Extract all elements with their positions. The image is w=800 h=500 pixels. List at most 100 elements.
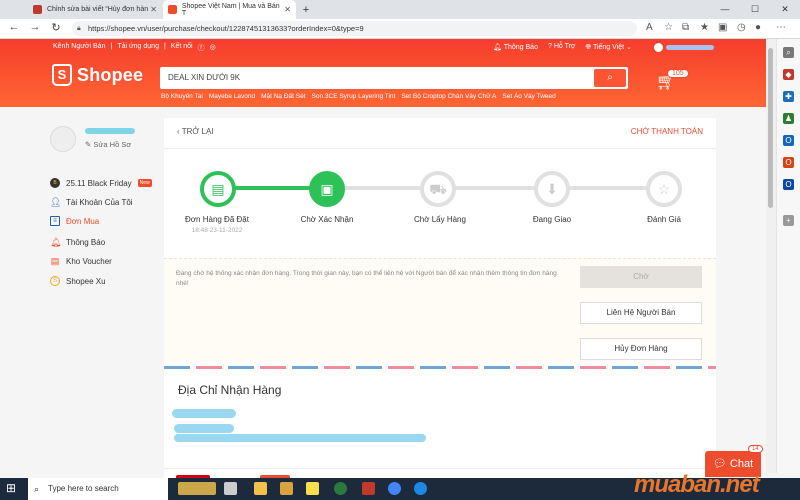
sunflower-thumbnail[interactable] (178, 482, 216, 495)
close-window-icon[interactable]: ✕ (770, 0, 800, 19)
logo-text: Shopee (77, 64, 144, 85)
file-explorer-icon[interactable] (254, 482, 267, 495)
edge-icon[interactable] (414, 482, 427, 495)
phone-blurred (174, 424, 234, 433)
games-icon[interactable]: ♟ (783, 113, 794, 124)
page-scrollbar[interactable] (766, 39, 776, 473)
truck-icon: ⛟ (429, 181, 447, 197)
keyword-link[interactable]: Mayebe Lavond (209, 93, 255, 100)
chrome-icon[interactable] (388, 482, 401, 495)
profile-avatar[interactable] (50, 126, 76, 152)
task-view-icon[interactable] (224, 482, 237, 495)
black-friday-icon: B (50, 178, 60, 188)
shopee-favicon-icon (168, 5, 177, 14)
app-icon[interactable] (334, 482, 347, 495)
close-icon[interactable]: ✕ (284, 5, 291, 14)
step-awaiting-confirmation: ▣ (309, 171, 345, 207)
url-field[interactable]: 🔒︎ https://shopee.vn/user/purchase/check… (72, 21, 637, 36)
download-app-link[interactable]: Tải ứng dụng (117, 43, 159, 53)
divider: | (110, 43, 113, 50)
search-placeholder: DEAL XIN DƯỚI 9K (168, 73, 241, 82)
keyword-link[interactable]: Bộ Khuyến Tai (161, 93, 203, 100)
sidebar-item-label: 25.11 Black Friday (66, 178, 132, 188)
collections-panel-icon[interactable]: ▣ (718, 22, 727, 33)
sidebar-item-shopee-xu[interactable]: S Shopee Xu (50, 276, 106, 286)
step-label: Chờ Xác Nhận (300, 215, 354, 224)
search-icon[interactable]: ⌕ (783, 47, 794, 58)
windows-start-icon[interactable]: ⊞ (6, 481, 20, 495)
favicon-icon (33, 5, 42, 14)
favorites-icon[interactable]: ★ (700, 22, 709, 33)
app-icon[interactable] (362, 482, 375, 495)
browser-tab-active[interactable]: Shopee Việt Nam | Mua và Bán T ✕ (163, 0, 296, 19)
new-tab-button[interactable]: + (298, 0, 314, 19)
favorite-star-icon[interactable]: ☆ (664, 22, 673, 33)
sidebar-item-account[interactable]: 👤︎ Tài Khoản Của Tôi (50, 197, 133, 207)
back-arrow-icon[interactable]: ← (6, 21, 22, 33)
outlook-icon[interactable]: O (783, 179, 794, 190)
tools-icon[interactable]: ✚ (783, 91, 794, 102)
sidebar-item-voucher[interactable]: ▤ Kho Voucher (50, 256, 112, 266)
chevron-down-icon: ⌄ (624, 44, 632, 51)
search-input[interactable]: DEAL XIN DƯỚI 9K ⌕ (160, 67, 628, 89)
keyword-link[interactable]: Set Bộ Croptop Chân Váy Chữ A (401, 93, 496, 100)
money-icon: ▣ (320, 181, 334, 197)
chat-label: Chat (729, 458, 754, 470)
help-label: Hỗ Trợ (553, 43, 576, 50)
shopping-bag-icon: S (52, 64, 72, 86)
scrollbar-thumb[interactable] (768, 48, 773, 208)
shopee-logo[interactable]: S Shopee (52, 64, 143, 86)
keyword-link[interactable]: Mặt Nạ Đất Sét (261, 93, 305, 100)
keyword-link[interactable]: Set Áo Váy Tweed (502, 93, 555, 100)
contact-seller-button[interactable]: Liên Hệ Người Bán (580, 302, 702, 324)
step-shipping: ⬇ (534, 171, 570, 207)
taskbar-search[interactable]: ⌕ Type here to search (28, 478, 168, 500)
star-icon: ☆ (657, 181, 671, 197)
collections-icon[interactable]: ⧉ (682, 22, 689, 33)
sticky-notes-icon[interactable] (306, 482, 319, 495)
keyword-link[interactable]: Son 3CE Syrup Layering Tint (312, 93, 396, 100)
help-link[interactable]: ? Hỗ Trợ (548, 43, 576, 52)
office-icon[interactable]: O (783, 135, 794, 146)
seller-channel-link[interactable]: Kênh Người Bán (53, 43, 105, 53)
notifications-link[interactable]: 🔔︎ Thông Báo (493, 43, 538, 52)
watermark-logo: muaban.net (634, 471, 760, 498)
waiting-button[interactable]: Chờ (580, 266, 702, 288)
refresh-icon[interactable]: ↻ (48, 21, 64, 34)
add-icon[interactable]: + (783, 215, 794, 226)
folder-icon[interactable] (280, 482, 293, 495)
forward-arrow-icon[interactable]: → (27, 21, 43, 33)
browser-tab[interactable]: Chỉnh sửa bài viết “Hủy đơn hàn ✕ (28, 0, 162, 19)
browser-tabbar: Chỉnh sửa bài viết “Hủy đơn hàn ✕ Shopee… (0, 0, 800, 19)
back-label: TRỞ LẠI (181, 127, 214, 136)
language-select[interactable]: 🌐︎ Tiếng Việt ⌄ (586, 43, 632, 52)
sidebar-item-black-friday[interactable]: B 25.11 Black Friday New (50, 178, 152, 188)
cancel-order-button[interactable]: Hủy Đơn Hàng (580, 338, 702, 360)
sidebar-item-notifications[interactable]: 🔔︎ Thông Báo (50, 237, 105, 247)
minimize-icon[interactable]: — (710, 0, 740, 19)
shopping-icon[interactable]: ◆ (783, 69, 794, 80)
back-link[interactable]: ‹ TRỞ LẠI (177, 127, 214, 136)
maximize-icon[interactable]: ☐ (740, 0, 770, 19)
office365-icon[interactable]: O (783, 157, 794, 168)
sidebar-item-orders[interactable]: ≡ Đơn Mua (50, 216, 99, 226)
search-button[interactable]: ⌕ (594, 69, 626, 87)
user-avatar[interactable] (654, 43, 663, 52)
address-bar: ← → ↻ 🔒︎ https://shopee.vn/user/purchase… (0, 19, 800, 39)
edit-profile-link[interactable]: ✎ Sửa Hồ Sơ (85, 140, 131, 149)
more-menu-icon[interactable]: ⋯ (776, 22, 786, 33)
envelope-border (164, 366, 716, 369)
clipboard-icon: ≡ (50, 216, 60, 226)
close-icon[interactable]: ✕ (150, 5, 157, 14)
coin-icon: S (50, 276, 60, 286)
instagram-icon[interactable]: ◎ (210, 43, 216, 53)
receipt-icon: ▤ (211, 181, 225, 197)
chat-icon: 💬︎ (712, 458, 730, 470)
facebook-icon[interactable]: ⓕ (198, 43, 205, 53)
read-aloud-icon[interactable]: A (646, 22, 653, 33)
username-blurred[interactable] (666, 45, 714, 50)
profile-icon[interactable]: ● (755, 22, 761, 33)
extensions-icon[interactable]: ◷ (737, 22, 746, 33)
search-keywords: Bộ Khuyến Tai Mayebe Lavond Mặt Nạ Đất S… (161, 93, 556, 100)
language-label: Tiếng Việt (592, 44, 625, 51)
